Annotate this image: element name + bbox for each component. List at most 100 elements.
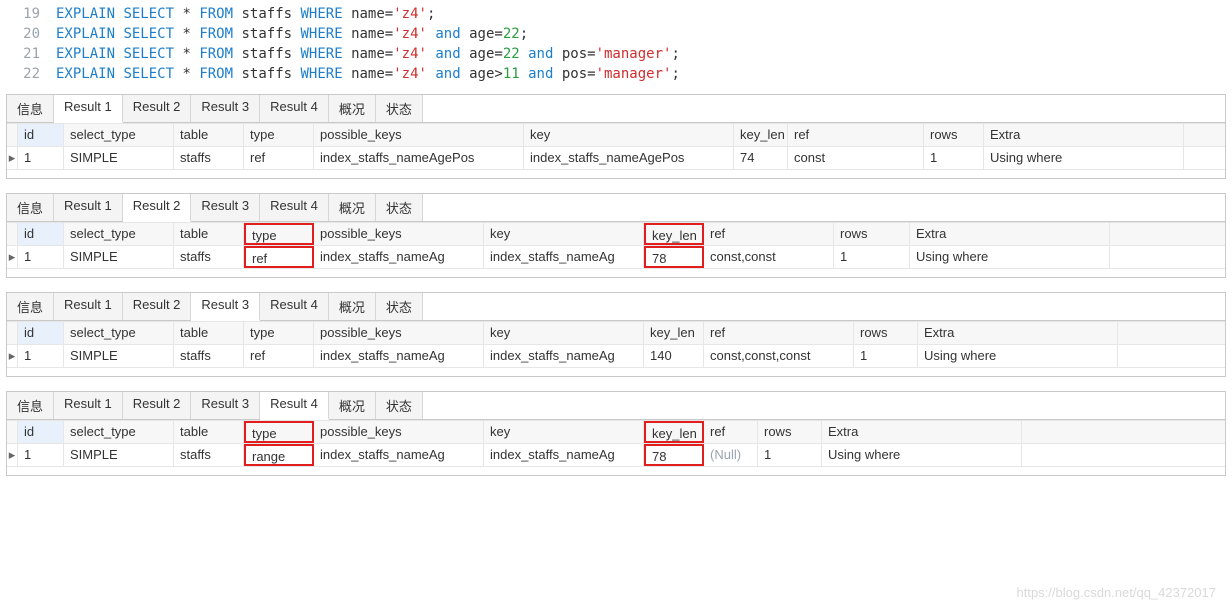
tab-r2[interactable]: Result 2 [123, 194, 192, 222]
col-header-select_type[interactable]: select_type [64, 124, 174, 146]
col-header-id[interactable]: id [18, 223, 64, 245]
cell-key[interactable]: index_staffs_nameAgePos [524, 147, 734, 169]
tab-r1[interactable]: Result 1 [54, 194, 123, 221]
col-header-key[interactable]: key [484, 322, 644, 344]
col-header-select_type[interactable]: select_type [64, 421, 174, 443]
cell-key[interactable]: index_staffs_nameAg [484, 345, 644, 367]
row-marker-icon[interactable]: ▸ [7, 345, 18, 367]
cell-ref[interactable]: const [788, 147, 924, 169]
col-header-type[interactable]: type [244, 124, 314, 146]
tab-r3[interactable]: Result 3 [191, 392, 260, 419]
tab-profile[interactable]: 概况 [329, 293, 376, 320]
col-header-possible_keys[interactable]: possible_keys [314, 124, 524, 146]
col-header-key_len[interactable]: key_len [644, 421, 704, 443]
tab-r2[interactable]: Result 2 [123, 95, 192, 122]
col-header-table[interactable]: table [174, 223, 244, 245]
cell-ref[interactable]: const,const,const [704, 345, 854, 367]
tab-r1[interactable]: Result 1 [54, 293, 123, 320]
col-header-id[interactable]: id [18, 124, 64, 146]
col-header-table[interactable]: table [174, 322, 244, 344]
col-header-key_len[interactable]: key_len [644, 223, 704, 245]
cell-select_type[interactable]: SIMPLE [64, 345, 174, 367]
col-header-table[interactable]: table [174, 421, 244, 443]
cell-table[interactable]: staffs [174, 444, 244, 466]
col-header-extra[interactable]: Extra [918, 322, 1118, 344]
col-header-possible_keys[interactable]: possible_keys [314, 322, 484, 344]
tab-info[interactable]: 信息 [7, 194, 54, 221]
col-header-rows[interactable]: rows [854, 322, 918, 344]
cell-extra[interactable]: Using where [910, 246, 1110, 268]
cell-key_len[interactable]: 140 [644, 345, 704, 367]
tab-status[interactable]: 状态 [376, 293, 423, 320]
cell-key_len[interactable]: 78 [644, 246, 704, 268]
col-header-id[interactable]: id [18, 421, 64, 443]
tab-r2[interactable]: Result 2 [123, 293, 192, 320]
row-marker-icon[interactable]: ▸ [7, 147, 18, 169]
cell-key_len[interactable]: 78 [644, 444, 704, 466]
cell-extra[interactable]: Using where [822, 444, 1022, 466]
cell-extra[interactable]: Using where [984, 147, 1184, 169]
cell-key_len[interactable]: 74 [734, 147, 788, 169]
cell-possible_keys[interactable]: index_staffs_nameAgePos [314, 147, 524, 169]
col-header-key[interactable]: key [524, 124, 734, 146]
col-header-rows[interactable]: rows [758, 421, 822, 443]
col-header-rows[interactable]: rows [924, 124, 984, 146]
col-header-table[interactable]: table [174, 124, 244, 146]
col-header-key_len[interactable]: key_len [734, 124, 788, 146]
cell-select_type[interactable]: SIMPLE [64, 147, 174, 169]
col-header-type[interactable]: type [244, 421, 314, 443]
cell-type[interactable]: ref [244, 246, 314, 268]
cell-possible_keys[interactable]: index_staffs_nameAg [314, 246, 484, 268]
cell-possible_keys[interactable]: index_staffs_nameAg [314, 345, 484, 367]
tab-r4[interactable]: Result 4 [260, 194, 329, 221]
col-header-key_len[interactable]: key_len [644, 322, 704, 344]
tab-status[interactable]: 状态 [376, 95, 423, 122]
cell-table[interactable]: staffs [174, 345, 244, 367]
tab-info[interactable]: 信息 [7, 392, 54, 419]
cell-table[interactable]: staffs [174, 147, 244, 169]
col-header-ref[interactable]: ref [788, 124, 924, 146]
tab-r4[interactable]: Result 4 [260, 392, 329, 420]
cell-key[interactable]: index_staffs_nameAg [484, 246, 644, 268]
tab-r4[interactable]: Result 4 [260, 293, 329, 320]
cell-ref[interactable]: const,const [704, 246, 834, 268]
cell-id[interactable]: 1 [18, 345, 64, 367]
cell-table[interactable]: staffs [174, 246, 244, 268]
tab-r1[interactable]: Result 1 [54, 392, 123, 419]
tab-r1[interactable]: Result 1 [54, 95, 123, 123]
col-header-key[interactable]: key [484, 223, 644, 245]
cell-rows[interactable]: 1 [924, 147, 984, 169]
col-header-ref[interactable]: ref [704, 322, 854, 344]
col-header-possible_keys[interactable]: possible_keys [314, 223, 484, 245]
row-marker-icon[interactable]: ▸ [7, 246, 18, 268]
col-header-select_type[interactable]: select_type [64, 322, 174, 344]
cell-rows[interactable]: 1 [854, 345, 918, 367]
tab-r3[interactable]: Result 3 [191, 95, 260, 122]
tab-status[interactable]: 状态 [376, 194, 423, 221]
col-header-ref[interactable]: ref [704, 421, 758, 443]
col-header-type[interactable]: type [244, 223, 314, 245]
cell-id[interactable]: 1 [18, 246, 64, 268]
tab-profile[interactable]: 概况 [329, 95, 376, 122]
tab-r4[interactable]: Result 4 [260, 95, 329, 122]
cell-id[interactable]: 1 [18, 444, 64, 466]
cell-rows[interactable]: 1 [758, 444, 822, 466]
tab-info[interactable]: 信息 [7, 95, 54, 122]
col-header-ref[interactable]: ref [704, 223, 834, 245]
tab-r3[interactable]: Result 3 [191, 194, 260, 221]
cell-extra[interactable]: Using where [918, 345, 1118, 367]
cell-id[interactable]: 1 [18, 147, 64, 169]
col-header-id[interactable]: id [18, 322, 64, 344]
col-header-key[interactable]: key [484, 421, 644, 443]
row-marker-icon[interactable]: ▸ [7, 444, 18, 466]
col-header-extra[interactable]: Extra [910, 223, 1110, 245]
col-header-type[interactable]: type [244, 322, 314, 344]
tab-profile[interactable]: 概况 [329, 194, 376, 221]
cell-rows[interactable]: 1 [834, 246, 910, 268]
cell-select_type[interactable]: SIMPLE [64, 246, 174, 268]
tab-profile[interactable]: 概况 [329, 392, 376, 419]
col-header-select_type[interactable]: select_type [64, 223, 174, 245]
tab-info[interactable]: 信息 [7, 293, 54, 320]
tab-status[interactable]: 状态 [376, 392, 423, 419]
cell-type[interactable]: ref [244, 147, 314, 169]
